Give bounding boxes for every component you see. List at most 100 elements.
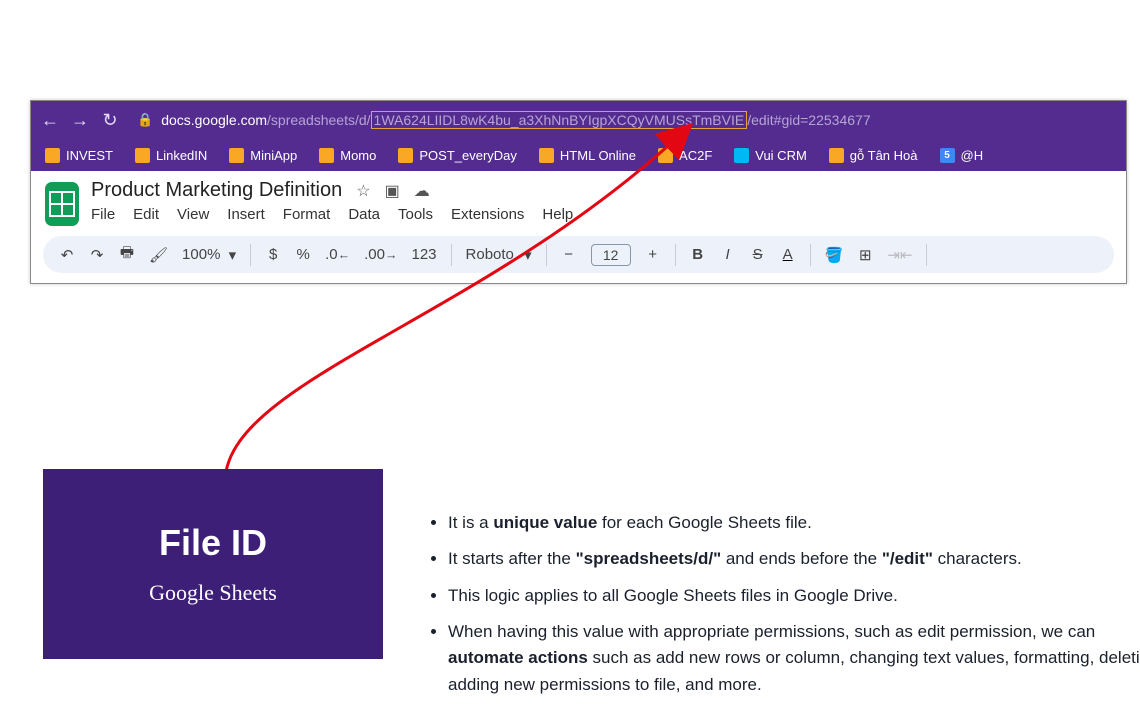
list-item: It starts after the "spreadsheets/d/" an… bbox=[448, 546, 1140, 572]
address-bar[interactable]: 🔒 docs.google.com/spreadsheets/d/1WA624L… bbox=[137, 111, 871, 129]
forward-button[interactable]: → bbox=[71, 110, 89, 131]
font-size-input[interactable]: 12 bbox=[591, 244, 631, 266]
menu-data[interactable]: Data bbox=[348, 206, 380, 223]
folder-icon bbox=[539, 148, 554, 163]
bookmark-item[interactable]: 5 @H bbox=[940, 148, 984, 163]
browser-screenshot: ← → ↻ 🔒 docs.google.com/spreadsheets/d/1… bbox=[30, 100, 1127, 284]
folder-icon bbox=[319, 148, 334, 163]
folder-icon bbox=[658, 148, 673, 163]
zoom-value: 100% bbox=[182, 246, 220, 263]
paint-format-icon[interactable]: 🖌 bbox=[149, 246, 168, 264]
sheets-logo-icon[interactable] bbox=[45, 182, 79, 226]
fill-color-icon[interactable]: 🪣 bbox=[825, 246, 844, 264]
url-file-id-highlighted: 1WA624LIIDL8wK4bu_a3XhNnBYIgpXCQyVMUSsTm… bbox=[371, 111, 748, 129]
bookmark-item[interactable]: HTML Online bbox=[539, 148, 636, 163]
font-name: Roboto bbox=[466, 246, 514, 263]
separator bbox=[451, 244, 452, 266]
folder-icon bbox=[829, 148, 844, 163]
text-color-icon[interactable]: A bbox=[780, 246, 796, 263]
bookmark-label: POST_everyDay bbox=[419, 148, 517, 163]
currency-icon[interactable]: $ bbox=[265, 246, 281, 263]
bookmark-item[interactable]: Momo bbox=[319, 148, 376, 163]
bookmark-item[interactable]: AC2F bbox=[658, 148, 712, 163]
menu-edit[interactable]: Edit bbox=[133, 206, 159, 223]
bookmark-item[interactable]: LinkedIN bbox=[135, 148, 207, 163]
folder-icon bbox=[398, 148, 413, 163]
bookmark-label: HTML Online bbox=[560, 148, 636, 163]
menu-view[interactable]: View bbox=[177, 206, 209, 223]
sheets-titlebar: Product Marketing Definition ☆ ▣ ☁ File … bbox=[91, 179, 573, 223]
url-text: docs.google.com/spreadsheets/d/1WA624LII… bbox=[161, 111, 870, 129]
menu-extensions[interactable]: Extensions bbox=[451, 206, 524, 223]
list-item: It is a unique value for each Google She… bbox=[448, 510, 1140, 536]
bookmark-item[interactable]: INVEST bbox=[45, 148, 113, 163]
decrease-decimal-icon[interactable]: .0← bbox=[325, 246, 350, 263]
bookmark-label: LinkedIN bbox=[156, 148, 207, 163]
sheets-header: Product Marketing Definition ☆ ▣ ☁ File … bbox=[31, 171, 1126, 230]
bookmark-label: gỗ Tân Hoà bbox=[850, 148, 918, 163]
more-formats-icon[interactable]: 123 bbox=[412, 246, 437, 263]
menu-tools[interactable]: Tools bbox=[398, 206, 433, 223]
move-icon[interactable]: ▣ bbox=[385, 181, 400, 201]
menu-format[interactable]: Format bbox=[283, 206, 331, 223]
bookmark-label: MiniApp bbox=[250, 148, 297, 163]
bookmark-item[interactable]: POST_everyDay bbox=[398, 148, 517, 163]
separator bbox=[675, 244, 676, 266]
bookmark-label: AC2F bbox=[679, 148, 712, 163]
merge-icon[interactable]: ⇥⇤ bbox=[887, 246, 912, 264]
print-icon[interactable]: 🖶 bbox=[119, 242, 135, 267]
separator bbox=[546, 244, 547, 266]
cloud-save-icon[interactable]: ☁ bbox=[414, 181, 430, 201]
percent-icon[interactable]: % bbox=[295, 246, 311, 263]
title-icons: ☆ ▣ ☁ bbox=[356, 181, 429, 201]
app-icon: 5 bbox=[940, 148, 955, 163]
menu-insert[interactable]: Insert bbox=[227, 206, 265, 223]
increase-font-icon[interactable]: + bbox=[645, 246, 661, 263]
borders-icon[interactable]: ⊞ bbox=[857, 246, 873, 264]
reload-button[interactable]: ↻ bbox=[101, 110, 119, 131]
decrease-font-icon[interactable]: − bbox=[561, 246, 577, 263]
description-bullets: It is a unique value for each Google She… bbox=[408, 510, 1140, 708]
increase-decimal-icon[interactable]: .00→ bbox=[364, 246, 397, 263]
separator bbox=[810, 244, 811, 266]
bookmark-item[interactable]: gỗ Tân Hoà bbox=[829, 148, 918, 163]
folder-icon bbox=[45, 148, 60, 163]
bookmarks-bar: INVEST LinkedIN MiniApp Momo POST_everyD… bbox=[31, 139, 1126, 171]
bookmark-label: INVEST bbox=[66, 148, 113, 163]
folder-icon bbox=[135, 148, 150, 163]
callout-subtitle: Google Sheets bbox=[149, 580, 277, 606]
url-domain: docs.google.com bbox=[161, 112, 267, 128]
zoom-level[interactable]: 100% ▾ bbox=[182, 246, 236, 264]
title-row: Product Marketing Definition ☆ ▣ ☁ bbox=[91, 179, 573, 202]
separator bbox=[250, 244, 251, 266]
font-select[interactable]: Roboto ▾ bbox=[466, 246, 532, 264]
callout-box: File ID Google Sheets bbox=[43, 469, 383, 659]
bookmark-label: Vui CRM bbox=[755, 148, 807, 163]
callout-title: File ID bbox=[159, 522, 267, 564]
undo-icon[interactable]: ↶ bbox=[59, 246, 75, 264]
list-item: This logic applies to all Google Sheets … bbox=[448, 583, 1140, 609]
bookmark-item[interactable]: MiniApp bbox=[229, 148, 297, 163]
url-path-prefix: /spreadsheets/d/ bbox=[267, 112, 371, 128]
folder-icon bbox=[229, 148, 244, 163]
bookmark-label: @H bbox=[961, 148, 984, 163]
lock-icon: 🔒 bbox=[137, 112, 153, 128]
separator bbox=[926, 244, 927, 266]
list-item: When having this value with appropriate … bbox=[448, 619, 1140, 698]
italic-icon[interactable]: I bbox=[720, 246, 736, 263]
menu-help[interactable]: Help bbox=[542, 206, 573, 223]
sheets-toolbar: ↶ ↷ 🖶 🖌 100% ▾ $ % .0← .00→ 123 Roboto ▾… bbox=[43, 236, 1114, 273]
back-button[interactable]: ← bbox=[41, 110, 59, 131]
document-title[interactable]: Product Marketing Definition bbox=[91, 179, 342, 202]
menu-bar: File Edit View Insert Format Data Tools … bbox=[91, 206, 573, 223]
redo-icon[interactable]: ↷ bbox=[89, 246, 105, 264]
strikethrough-icon[interactable]: S bbox=[750, 246, 766, 263]
url-suffix: /edit#gid=22534677 bbox=[747, 112, 870, 128]
bookmark-label: Momo bbox=[340, 148, 376, 163]
star-icon[interactable]: ☆ bbox=[356, 181, 370, 201]
browser-nav-bar: ← → ↻ 🔒 docs.google.com/spreadsheets/d/1… bbox=[31, 101, 1126, 139]
bold-icon[interactable]: B bbox=[690, 246, 706, 263]
menu-file[interactable]: File bbox=[91, 206, 115, 223]
app-icon bbox=[734, 148, 749, 163]
bookmark-item[interactable]: Vui CRM bbox=[734, 148, 807, 163]
